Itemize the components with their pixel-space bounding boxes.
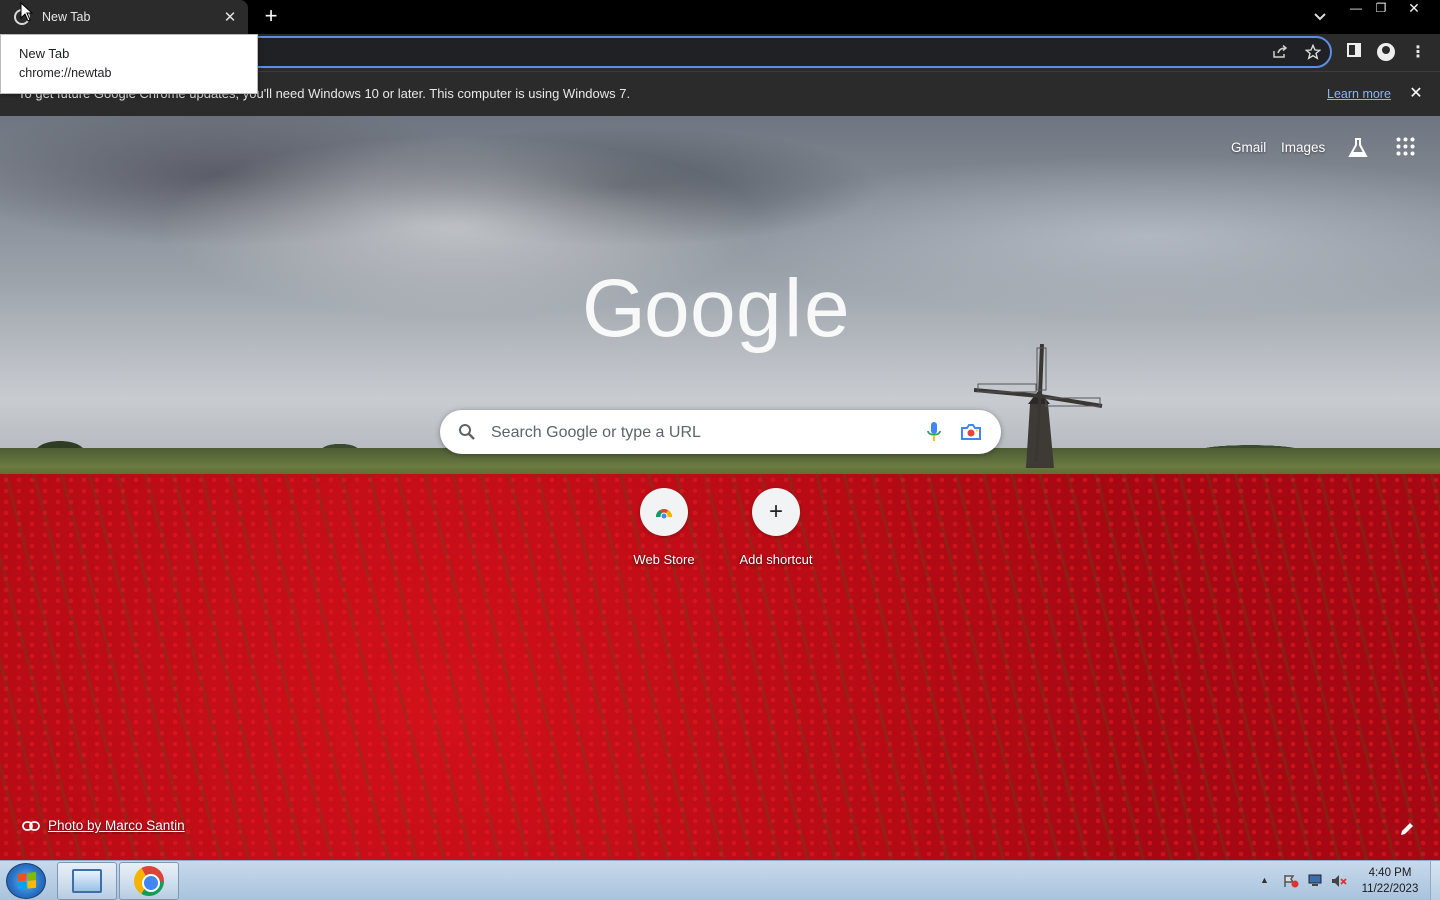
google-logo-letter-o1: o <box>644 268 690 354</box>
clock-date: 11/22/2023 <box>1361 883 1419 895</box>
chrome-icon <box>134 866 164 896</box>
tray-expand-arrow-icon[interactable]: ▲ <box>1260 875 1269 885</box>
profile-avatar-icon[interactable] <box>1376 43 1396 63</box>
new-tab-button[interactable]: + <box>258 4 284 30</box>
google-logo-letter-g: G <box>582 268 646 354</box>
network-icon[interactable] <box>1307 874 1323 888</box>
google-logo-letter-g2: g <box>736 268 782 354</box>
infobar-close-button[interactable]: ✕ <box>1405 83 1427 103</box>
tooltip-url: chrome://newtab <box>19 66 112 80</box>
action-center-flag-icon[interactable] <box>1283 874 1299 888</box>
shortcut-label-add: Add shortcut <box>739 552 813 567</box>
chrome-menu-icon[interactable]: ⋮ <box>1408 43 1428 63</box>
shortcut-label-web-store: Web Store <box>633 552 695 567</box>
search-placeholder: Search Google or type a URL <box>491 424 701 441</box>
voice-search-mic-icon[interactable] <box>924 421 944 443</box>
google-logo-letter-e: e <box>804 268 850 354</box>
ntp-search-box[interactable]: Search Google or type a URL <box>440 410 1001 454</box>
explorer-icon <box>72 869 102 893</box>
webstore-icon <box>640 488 688 536</box>
show-desktop-button[interactable] <box>1430 861 1440 900</box>
windmill-image <box>974 344 1103 468</box>
side-panel-icon[interactable] <box>1344 43 1364 63</box>
clock-time: 4:40 PM <box>1368 867 1412 879</box>
title-bar: New Tab ✕ + — ❐ ✕ <box>0 0 1440 34</box>
address-bar[interactable] <box>200 36 1332 68</box>
tab-search-chevron-icon[interactable] <box>1308 6 1332 28</box>
gmail-link[interactable]: Gmail <box>1231 140 1266 155</box>
search-icon <box>459 424 475 440</box>
google-logo: G o o g l e <box>582 268 850 354</box>
taskbar-explorer-button[interactable] <box>57 862 117 900</box>
share-icon[interactable] <box>1270 44 1290 64</box>
window-minimize-button[interactable]: — <box>1342 0 1370 18</box>
tab-new-tab[interactable]: New Tab ✕ <box>0 0 248 34</box>
labs-flask-icon[interactable] <box>1346 136 1370 160</box>
mouse-cursor-icon <box>20 2 34 22</box>
volume-muted-icon[interactable] <box>1331 874 1347 888</box>
start-button[interactable] <box>6 863 46 899</box>
windows-taskbar: ▲ 4:40 PM 11/22/2023 <box>0 860 1440 900</box>
tab-hover-tooltip: New Tab chrome://newtab <box>0 34 258 94</box>
background-tulip-field <box>0 474 1440 860</box>
window-close-button[interactable]: ✕ <box>1400 0 1428 18</box>
photo-attribution-link[interactable]: Photo by Marco Santin <box>22 818 185 833</box>
google-apps-grid-icon[interactable] <box>1395 136 1417 158</box>
tooltip-title: New Tab <box>19 46 70 61</box>
google-logo-letter-o2: o <box>690 268 736 354</box>
bookmark-star-icon[interactable] <box>1303 43 1323 64</box>
add-shortcut-button[interactable]: + Add shortcut <box>721 488 831 567</box>
google-logo-letter-l: l <box>784 268 802 354</box>
tab-close-icon[interactable]: ✕ <box>218 8 242 26</box>
learn-more-link[interactable]: Learn more <box>1327 87 1391 101</box>
tab-title: New Tab <box>42 10 91 24</box>
taskbar-chrome-button[interactable] <box>119 862 179 900</box>
google-lens-camera-icon[interactable] <box>960 422 982 442</box>
windows-logo-icon <box>18 872 36 890</box>
window-restore-button[interactable]: ❐ <box>1367 0 1395 18</box>
shortcut-web-store[interactable]: Web Store <box>609 488 719 567</box>
new-tab-page: Gmail Images G o o g l e Search Google o… <box>0 116 1440 860</box>
images-link[interactable]: Images <box>1281 140 1325 155</box>
taskbar-clock[interactable]: 4:40 PM 11/22/2023 <box>1354 865 1426 897</box>
plus-icon: + <box>752 488 800 536</box>
photo-attribution-text: Photo by Marco Santin <box>48 818 185 833</box>
customize-pencil-icon[interactable] <box>1398 820 1416 838</box>
link-icon <box>22 820 40 831</box>
